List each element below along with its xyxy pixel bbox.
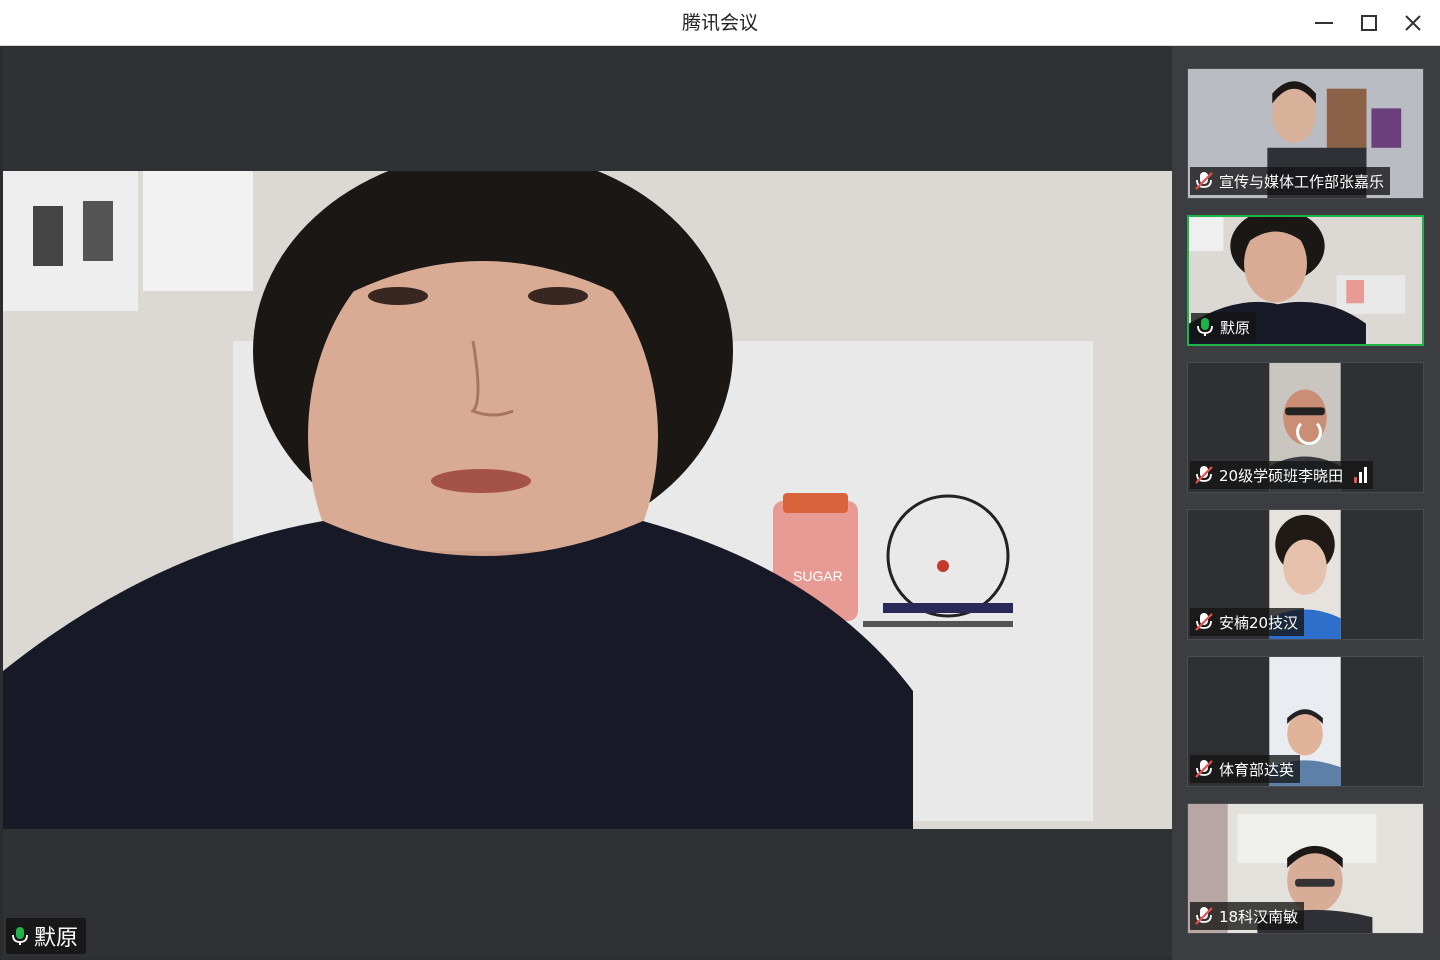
participant-label: 安楠20技汉 (1190, 608, 1305, 636)
participant-tile[interactable]: 体育部达英 (1187, 656, 1424, 787)
mic-muted-icon (1195, 613, 1213, 631)
loading-spinner-icon (1296, 419, 1322, 445)
participant-label: 20级学硕班李晓田 (1190, 461, 1374, 489)
mic-muted-icon (1195, 172, 1213, 190)
participant-name: 体育部达英 (1219, 760, 1295, 779)
main-speaker-name: 默原 (34, 926, 79, 951)
participant-tile[interactable]: 安楠20技汉 (1187, 509, 1424, 640)
signal-bars-icon (1354, 467, 1368, 483)
mic-icon (1197, 318, 1213, 336)
participant-rail[interactable]: 宣传与媒体工作部张嘉乐 默原 20级学硕班李晓田 安楠20技汉 体育部达英 18… (1172, 46, 1440, 960)
close-button[interactable] (1398, 8, 1428, 38)
participant-name: 默原 (1220, 318, 1251, 337)
close-icon (1405, 15, 1421, 31)
participant-tile[interactable]: 20级学硕班李晓田 (1187, 362, 1424, 493)
window-title: 腾讯会议 (681, 12, 758, 34)
participant-tile[interactable]: 18科汉南敏 (1187, 803, 1424, 934)
main-stage: SUGAR 默原 (3, 46, 1172, 957)
main-speaker-badge: 默原 (6, 918, 87, 954)
maximize-icon (1361, 15, 1377, 31)
minimize-icon (1315, 22, 1333, 24)
poster-text: SUGAR (793, 568, 843, 584)
main-video-feed[interactable]: SUGAR (3, 171, 1172, 829)
participant-label: 默原 (1191, 313, 1257, 341)
participant-label: 宣传与媒体工作部张嘉乐 (1190, 167, 1391, 195)
participant-tile-active[interactable]: 默原 (1187, 215, 1424, 346)
mic-icon (12, 927, 28, 945)
mic-muted-icon (1195, 466, 1213, 484)
title-bar: 腾讯会议 (0, 0, 1440, 46)
participant-name: 安楠20技汉 (1219, 613, 1299, 632)
maximize-button[interactable] (1354, 8, 1384, 38)
participant-name: 18科汉南敏 (1219, 907, 1299, 926)
participant-tile[interactable]: 宣传与媒体工作部张嘉乐 (1187, 68, 1424, 199)
participant-name: 20级学硕班李晓田 (1219, 466, 1344, 485)
mic-muted-icon (1195, 907, 1213, 925)
minimize-button[interactable] (1309, 8, 1339, 38)
participant-name: 宣传与媒体工作部张嘉乐 (1219, 172, 1385, 191)
participant-label: 18科汉南敏 (1190, 902, 1305, 930)
mic-muted-icon (1195, 760, 1213, 778)
participant-label: 体育部达英 (1190, 755, 1301, 783)
